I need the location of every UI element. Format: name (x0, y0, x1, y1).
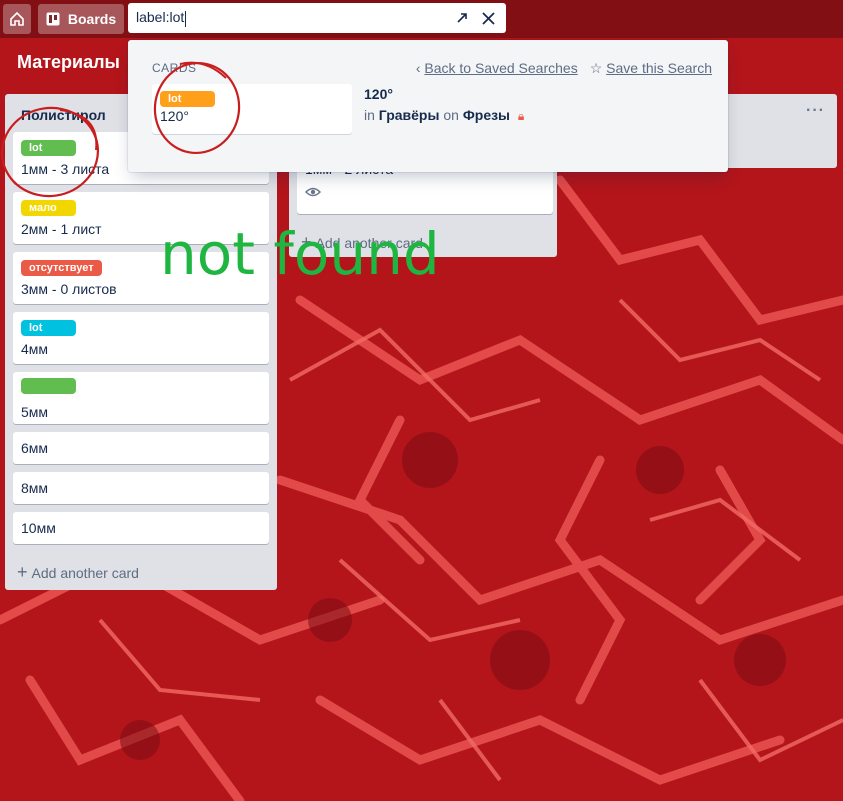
result-location: in Гравёры on Фрезы 🔒︎ (364, 107, 525, 123)
result-title[interactable]: 120° (364, 86, 393, 102)
popover-links: ‹ Back to Saved Searches ☆ Save this Sea… (416, 60, 712, 77)
expand-icon[interactable] (452, 8, 472, 28)
card-label: lot (21, 320, 76, 336)
card-title: 5мм (21, 404, 49, 420)
section-heading: CARDS (152, 61, 197, 75)
boards-label: Boards (67, 11, 117, 27)
card-label: lot (160, 91, 215, 107)
card-title: 4мм (21, 341, 49, 357)
card[interactable]: lot 4мм (13, 312, 269, 364)
list-title[interactable]: Полистирол (21, 107, 106, 123)
card-title: 120° (160, 108, 189, 124)
header-bar: Boards label:lot (0, 0, 843, 38)
card-label: lot (21, 140, 76, 156)
save-search-link[interactable]: ☆ Save this Search (590, 60, 712, 77)
star-icon: ☆ (589, 60, 607, 76)
home-icon (10, 11, 24, 26)
add-card-label: Add another card (31, 565, 139, 581)
boards-icon (46, 12, 60, 26)
card-title: 6мм (21, 440, 49, 456)
card-label (21, 378, 76, 394)
result-board-name[interactable]: Фрезы (463, 107, 510, 123)
card-title: 8мм (21, 480, 49, 496)
search-input-value: label:lot (136, 9, 187, 27)
plus-icon: + (17, 562, 28, 582)
result-list-name: Гравёры (378, 107, 440, 123)
card[interactable]: 5мм (13, 372, 269, 424)
annotation-text: not found (160, 220, 440, 288)
boards-button[interactable]: Boards (38, 4, 124, 34)
close-icon[interactable] (478, 8, 498, 28)
search-result-card[interactable]: lot 120° (152, 84, 352, 134)
card[interactable]: 8мм (13, 472, 269, 504)
add-card-button[interactable]: + Add another card (17, 562, 139, 583)
search-input[interactable]: label:lot (128, 3, 506, 33)
board-title[interactable]: Материалы (17, 52, 120, 73)
home-button[interactable] (3, 4, 31, 34)
lock-icon: 🔒︎ (517, 109, 525, 123)
list-menu-button[interactable]: ··· (806, 102, 825, 120)
search-results-popover: CARDS ‹ Back to Saved Searches ☆ Save th… (128, 40, 728, 172)
card-title: 10мм (21, 520, 56, 536)
card[interactable]: 10мм (13, 512, 269, 544)
card[interactable]: 6мм (13, 432, 269, 464)
card-label: мало (21, 200, 76, 216)
back-to-saved-searches-link[interactable]: ‹ Back to Saved Searches (416, 60, 578, 77)
eye-icon (304, 187, 322, 197)
card-label: отсутствует (21, 260, 102, 276)
